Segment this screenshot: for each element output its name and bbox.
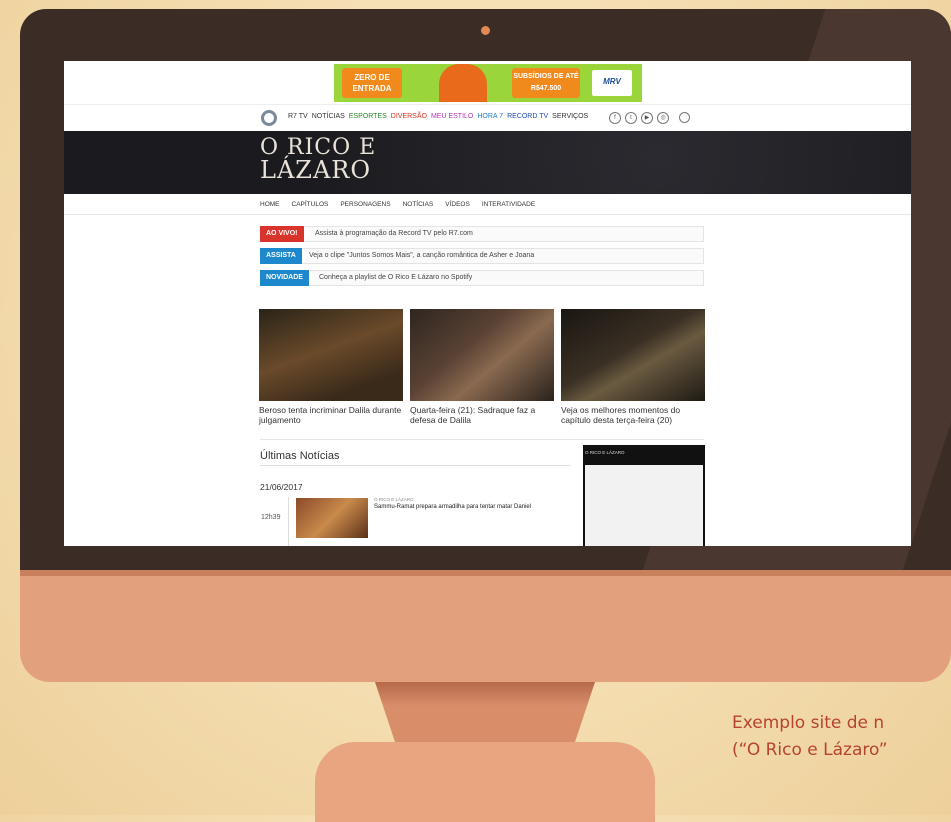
ad-banner[interactable]: ZERO DE ENTRADA SUBSÍDIOS DE ATÉ R$47.50… xyxy=(334,64,642,102)
ad-person-image xyxy=(439,64,487,102)
caption-text: Exemplo site de n (“O Rico e Lázaro” xyxy=(732,710,951,764)
news-item-title[interactable]: Sammu-Ramat prepara armadilha para tenta… xyxy=(374,504,531,510)
news-date: 21/06/2017 xyxy=(260,482,303,492)
alert-assista[interactable]: ASSISTA Veja o clipe "Juntos Somos Mais"… xyxy=(260,248,704,264)
secnav-videos[interactable]: VÍDEOS xyxy=(445,201,470,208)
ad-zero-entrada: ZERO DE ENTRADA xyxy=(342,68,402,98)
news-card[interactable]: Quarta-feira (21): Sadraque faz a defesa… xyxy=(410,309,554,425)
show-logo[interactable]: O RICO E LÁZARO xyxy=(260,137,376,184)
chin-edge xyxy=(20,570,951,576)
secnav-noticias[interactable]: NOTÍCIAS xyxy=(403,201,434,208)
secnav-divider xyxy=(64,214,911,215)
secnav-personagens[interactable]: PERSONAGENS xyxy=(340,201,390,208)
video-frame xyxy=(585,465,703,546)
ad-subsidio: SUBSÍDIOS DE ATÉ R$47.500 xyxy=(512,68,580,98)
latest-news-rule xyxy=(260,465,570,466)
news-card[interactable]: Beroso tenta incriminar Dalila durante j… xyxy=(259,309,403,425)
latest-news-title: Últimas Notícias xyxy=(260,450,340,462)
news-kicker: O RICO E LÁZARO xyxy=(374,497,414,502)
topnav-link[interactable]: ESPORTES xyxy=(349,113,387,120)
topnav-link[interactable]: R7 TV xyxy=(288,113,308,120)
alert-text: Assista à programação da Record TV pelo … xyxy=(315,230,473,237)
monitor-stand xyxy=(315,742,655,822)
secnav-home[interactable]: HOME xyxy=(260,201,280,208)
news-thumbnail[interactable] xyxy=(296,498,368,538)
topnav-link[interactable]: NOTÍCIAS xyxy=(312,113,345,120)
alert-text: Conheça a playlist de O Rico E Lázaro no… xyxy=(319,274,473,281)
news-card-caption: Quarta-feira (21): Sadraque faz a defesa… xyxy=(410,405,536,425)
r7-logo-icon[interactable] xyxy=(261,110,277,126)
instagram-icon[interactable]: ◎ xyxy=(657,112,669,124)
section-nav: HOME CAPÍTULOS PERSONAGENS NOTÍCIAS VÍDE… xyxy=(260,201,535,208)
alert-tag: AO VIVO! xyxy=(260,226,309,242)
secnav-capitulos[interactable]: CAPÍTULOS xyxy=(292,201,329,208)
video-header: O RICO E LÁZARO xyxy=(585,450,625,455)
news-time: 12h39 xyxy=(261,514,281,521)
secnav-interatividade[interactable]: INTERATIVIDADE xyxy=(482,201,535,208)
caption-line-1: Exemplo site de n xyxy=(732,713,885,733)
news-card-caption: Veja os melhores momentos do capítulo de… xyxy=(561,405,681,425)
caption-line-2: (“O Rico e Lázaro” xyxy=(732,740,888,760)
topnav-link[interactable]: RECORD TV xyxy=(507,113,548,120)
topnav-link[interactable]: MEU ESTILO xyxy=(431,113,473,120)
show-logo-line-2: LÁZARO xyxy=(260,156,372,184)
search-icon[interactable] xyxy=(679,112,690,123)
ad-logo: MRV xyxy=(592,70,632,96)
content-divider xyxy=(260,439,704,440)
social-icons: f t ▶ ◎ xyxy=(609,112,690,124)
topnav-link[interactable]: DIVERSÃO xyxy=(391,113,427,120)
alert-tag: ASSISTA xyxy=(260,248,308,264)
show-header-banner: O RICO E LÁZARO xyxy=(64,131,911,194)
monitor-chin xyxy=(20,570,951,682)
video-player[interactable]: O RICO E LÁZARO xyxy=(583,445,705,546)
news-card-image xyxy=(561,309,705,401)
news-card[interactable]: Veja os melhores momentos do capítulo de… xyxy=(561,309,705,425)
youtube-icon[interactable]: ▶ xyxy=(641,112,653,124)
news-card-image xyxy=(259,309,403,401)
timeline-line xyxy=(288,497,289,546)
alert-text: Veja o clipe "Juntos Somos Mais", a canç… xyxy=(309,252,535,259)
r7-top-nav: R7 TV NOTÍCIAS ESPORTES DIVERSÃO MEU EST… xyxy=(64,104,911,132)
topnav-link[interactable]: HORA 7 xyxy=(477,113,503,120)
twitter-icon[interactable]: t xyxy=(625,112,637,124)
topnav-link[interactable]: SERVIÇOS xyxy=(552,113,588,120)
news-card-caption: Beroso tenta incriminar Dalila durante j… xyxy=(259,405,402,425)
topnav-links: R7 TV NOTÍCIAS ESPORTES DIVERSÃO MEU EST… xyxy=(288,113,588,120)
alert-novidade[interactable]: NOVIDADE Conheça a playlist de O Rico E … xyxy=(260,270,704,286)
alert-tag: NOVIDADE xyxy=(260,270,315,286)
camera-dot xyxy=(481,26,490,35)
facebook-icon[interactable]: f xyxy=(609,112,621,124)
news-card-image xyxy=(410,309,554,401)
website-screen: ZERO DE ENTRADA SUBSÍDIOS DE ATÉ R$47.50… xyxy=(64,61,911,546)
monitor-neck xyxy=(375,682,595,742)
alert-ao-vivo[interactable]: AO VIVO! Assista à programação da Record… xyxy=(260,226,704,242)
